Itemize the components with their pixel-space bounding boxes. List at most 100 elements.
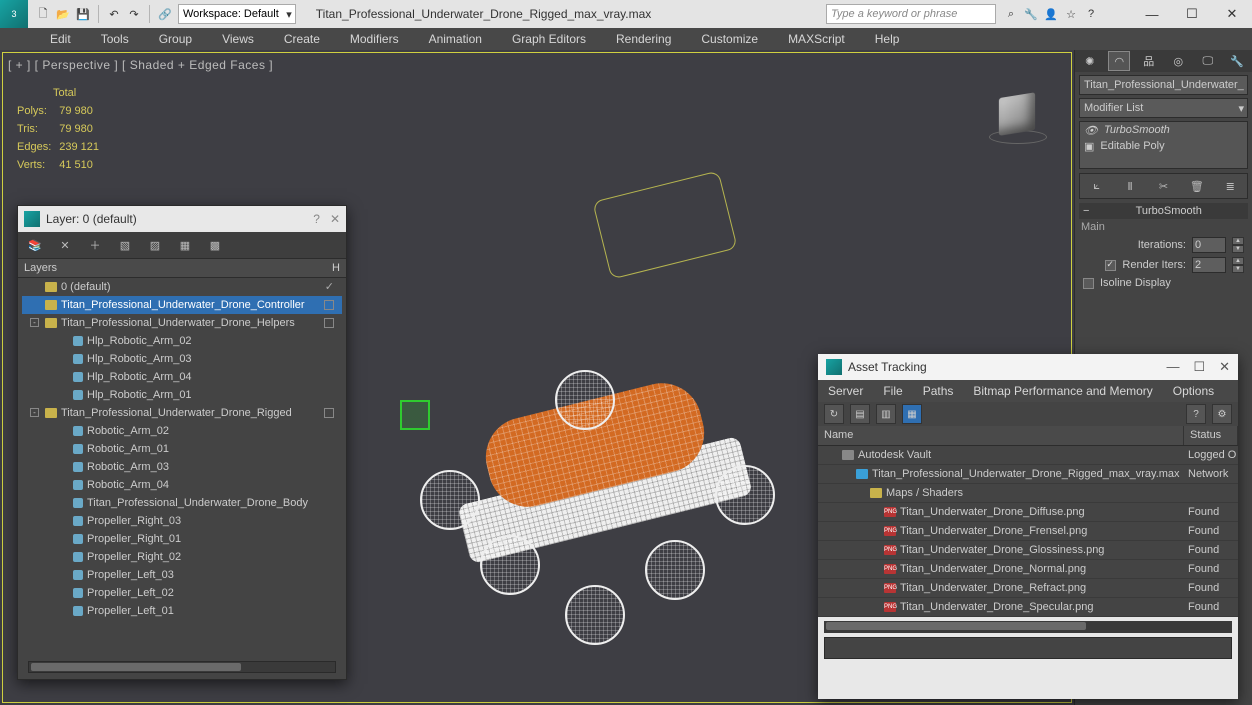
workspace-select[interactable]: Workspace: Default xyxy=(178,4,296,24)
object-row[interactable]: Hlp_Robotic_Arm_01 xyxy=(22,386,342,404)
user-icon[interactable]: 👤 xyxy=(1042,5,1060,23)
modify-tab-icon[interactable]: ◠ xyxy=(1108,51,1130,71)
configure-sets-icon[interactable]: ≣ xyxy=(1221,177,1239,195)
layer-row[interactable]: 0 (default)✓ xyxy=(22,278,342,296)
object-row[interactable]: Robotic_Arm_04 xyxy=(22,476,342,494)
modifier-editable-poly[interactable]: ▣Editable Poly xyxy=(1080,138,1247,154)
menu-maxscript[interactable]: MAXScript xyxy=(788,32,845,46)
render-iters-checkbox[interactable] xyxy=(1105,260,1116,271)
pin-stack-icon[interactable]: ⟀ xyxy=(1088,177,1106,195)
hierarchy-tab-icon[interactable]: 品 xyxy=(1138,51,1160,71)
object-name-field[interactable]: Titan_Professional_Underwater_ xyxy=(1079,75,1248,95)
asset-row[interactable]: PNGTitan_Underwater_Drone_Specular.pngFo… xyxy=(818,598,1238,617)
asset-menu-bitmap-performance-and-memory[interactable]: Bitmap Performance and Memory xyxy=(973,384,1152,398)
help-icon[interactable]: ? xyxy=(1082,5,1100,23)
layer-window-close-icon[interactable]: ✕ xyxy=(330,212,340,226)
add-to-layer-icon[interactable]: ＋ xyxy=(86,236,104,254)
asset-settings-icon[interactable]: ⚙ xyxy=(1212,404,1232,424)
undo-icon[interactable]: ↶ xyxy=(105,5,123,23)
menu-animation[interactable]: Animation xyxy=(429,32,482,46)
new-layer-icon[interactable]: 📚 xyxy=(26,236,44,254)
utilities-tab-icon[interactable]: 🔧 xyxy=(1226,51,1248,71)
star-icon[interactable]: ☆ xyxy=(1062,5,1080,23)
asset-menu-options[interactable]: Options xyxy=(1173,384,1214,398)
object-row[interactable]: Robotic_Arm_03 xyxy=(22,458,342,476)
asset-status-bar[interactable] xyxy=(824,637,1232,659)
layer-window-titlebar[interactable]: Layer: 0 (default) ? ✕ xyxy=(18,206,346,232)
asset-view2-icon[interactable]: ▥ xyxy=(876,404,896,424)
iterations-spinner[interactable]: ▲▼ xyxy=(1232,237,1244,253)
menu-group[interactable]: Group xyxy=(159,32,192,46)
rollout-header[interactable]: −TurboSmooth xyxy=(1079,203,1248,219)
asset-row[interactable]: PNGTitan_Underwater_Drone_Refract.pngFou… xyxy=(818,579,1238,598)
object-row[interactable]: Propeller_Right_02 xyxy=(22,548,342,566)
object-row[interactable]: Titan_Professional_Underwater_Drone_Body xyxy=(22,494,342,512)
layer-row[interactable]: -Titan_Professional_Underwater_Drone_Hel… xyxy=(22,314,342,332)
asset-refresh-icon[interactable]: ↻ xyxy=(824,404,844,424)
object-row[interactable]: Propeller_Right_01 xyxy=(22,530,342,548)
hide-layer-icon[interactable]: ▦ xyxy=(176,236,194,254)
menu-help[interactable]: Help xyxy=(875,32,900,46)
asset-view1-icon[interactable]: ▤ xyxy=(850,404,870,424)
show-end-result-icon[interactable]: Ⅱ xyxy=(1121,177,1139,195)
isoline-checkbox[interactable] xyxy=(1083,278,1094,289)
window-maximize[interactable]: ☐ xyxy=(1172,2,1212,26)
drone-model[interactable] xyxy=(420,370,790,650)
asset-menu-file[interactable]: File xyxy=(883,384,902,398)
asset-menu-paths[interactable]: Paths xyxy=(923,384,954,398)
asset-window-close[interactable]: ✕ xyxy=(1219,359,1230,375)
asset-grid-header[interactable]: Name Status xyxy=(818,426,1238,446)
viewcube[interactable] xyxy=(989,90,1044,145)
remove-mod-icon[interactable]: 🗑 xyxy=(1188,177,1206,195)
layer-window-help-icon[interactable]: ? xyxy=(313,212,320,226)
object-row[interactable]: Propeller_Left_02 xyxy=(22,584,342,602)
menu-modifiers[interactable]: Modifiers xyxy=(350,32,399,46)
object-row[interactable]: Propeller_Right_03 xyxy=(22,512,342,530)
layer-row[interactable]: -Titan_Professional_Underwater_Drone_Rig… xyxy=(22,404,342,422)
asset-view3-icon[interactable]: ▦ xyxy=(902,404,922,424)
asset-window-titlebar[interactable]: Asset Tracking — ☐ ✕ xyxy=(818,354,1238,380)
asset-menu-server[interactable]: Server xyxy=(828,384,863,398)
select-layer-icon[interactable]: ▧ xyxy=(116,236,134,254)
asset-tracking-window[interactable]: Asset Tracking — ☐ ✕ Server File Paths Bitm… xyxy=(818,354,1238,699)
tool-icon-1[interactable]: 🔧 xyxy=(1022,5,1040,23)
menu-rendering[interactable]: Rendering xyxy=(616,32,671,46)
menu-edit[interactable]: Edit xyxy=(50,32,71,46)
render-iters-spinner[interactable]: ▲▼ xyxy=(1232,257,1244,273)
object-row[interactable]: Propeller_Left_01 xyxy=(22,602,342,620)
menu-views[interactable]: Views xyxy=(222,32,254,46)
iterations-input[interactable] xyxy=(1192,237,1226,253)
object-row[interactable]: Hlp_Robotic_Arm_04 xyxy=(22,368,342,386)
modifier-list-select[interactable]: Modifier List xyxy=(1079,98,1248,118)
search-icon[interactable]: ⌕ xyxy=(1002,5,1020,23)
display-tab-icon[interactable]: 🖵 xyxy=(1197,51,1219,71)
menu-create[interactable]: Create xyxy=(284,32,320,46)
layer-scrollbar[interactable] xyxy=(28,661,336,673)
asset-row[interactable]: Autodesk VaultLogged O xyxy=(818,446,1238,465)
open-file-icon[interactable]: 📂 xyxy=(54,5,72,23)
window-minimize[interactable]: — xyxy=(1132,2,1172,26)
asset-window-maximize[interactable]: ☐ xyxy=(1193,359,1205,375)
render-iters-input[interactable] xyxy=(1192,257,1226,273)
motion-tab-icon[interactable]: ◎ xyxy=(1167,51,1189,71)
asset-help-icon[interactable]: ? xyxy=(1186,404,1206,424)
object-row[interactable]: Propeller_Left_03 xyxy=(22,566,342,584)
viewport-label[interactable]: [ + ] [ Perspective ] [ Shaded + Edged F… xyxy=(8,58,273,72)
link-icon[interactable]: 🔗 xyxy=(156,5,174,23)
search-input[interactable]: Type a keyword or phrase xyxy=(826,4,996,24)
save-file-icon[interactable]: 💾 xyxy=(74,5,92,23)
menu-tools[interactable]: Tools xyxy=(101,32,129,46)
redo-icon[interactable]: ↷ xyxy=(125,5,143,23)
asset-grid-body[interactable]: Autodesk VaultLogged OTitan_Professional… xyxy=(818,446,1238,617)
object-row[interactable]: Robotic_Arm_01 xyxy=(22,440,342,458)
layer-tree[interactable]: 0 (default)✓ Titan_Professional_Underwate… xyxy=(22,278,342,657)
highlight-layer-icon[interactable]: ▨ xyxy=(146,236,164,254)
menu-graph-editors[interactable]: Graph Editors xyxy=(512,32,586,46)
window-close[interactable]: ✕ xyxy=(1212,2,1252,26)
make-unique-icon[interactable]: ✂ xyxy=(1154,177,1172,195)
asset-row[interactable]: PNGTitan_Underwater_Drone_Glossiness.png… xyxy=(818,541,1238,560)
layer-column-header[interactable]: LayersH xyxy=(18,258,346,278)
new-file-icon[interactable]: 🗋 xyxy=(34,5,52,23)
asset-row[interactable]: Maps / Shaders xyxy=(818,484,1238,503)
menu-customize[interactable]: Customize xyxy=(701,32,758,46)
